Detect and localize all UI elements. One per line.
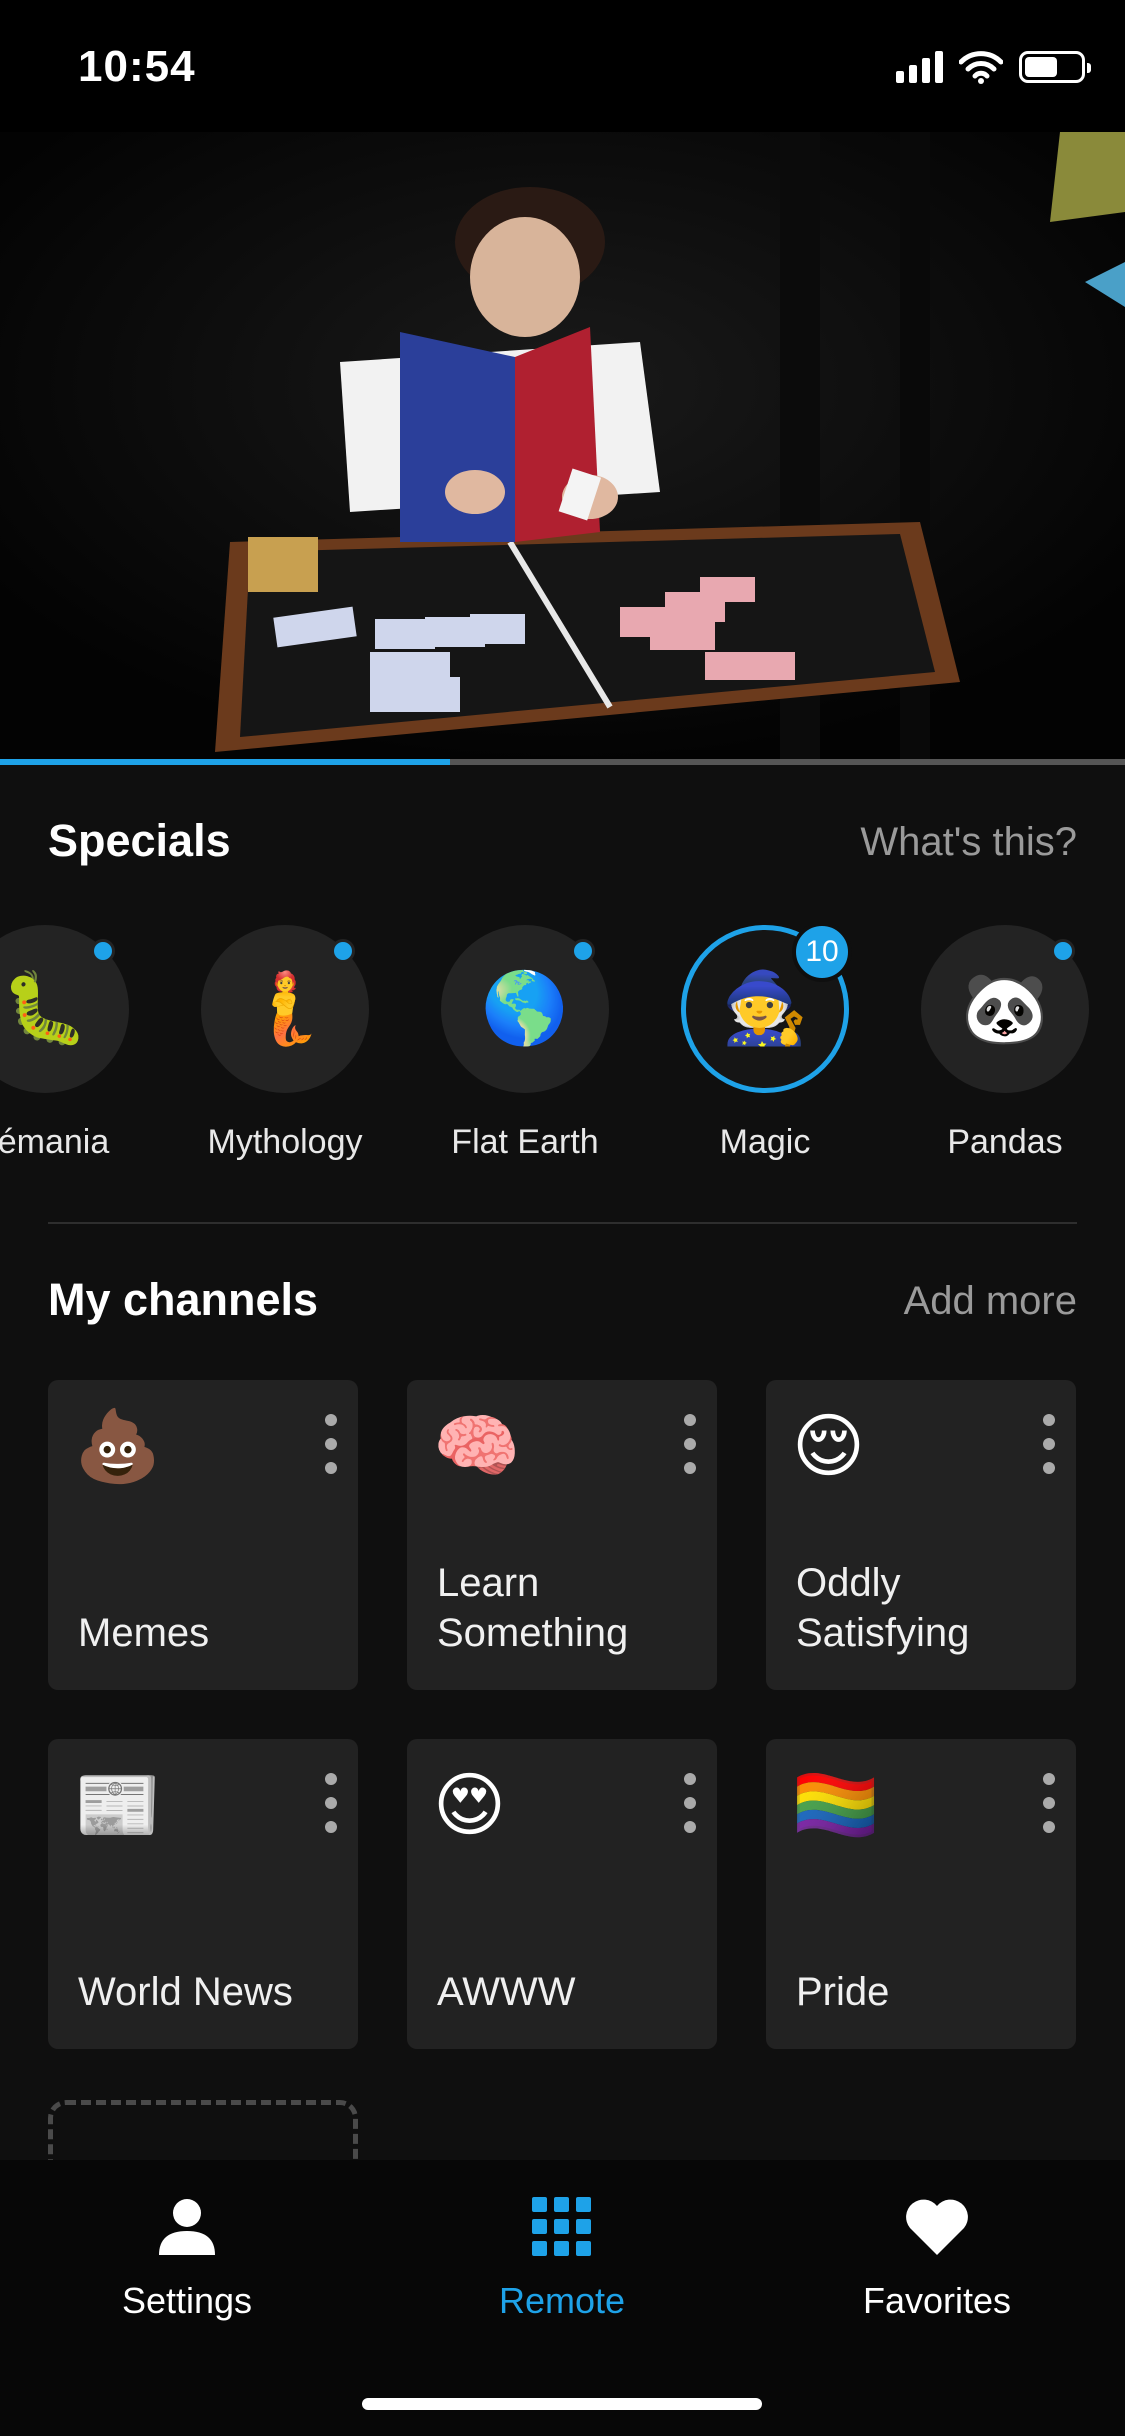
battery-icon [1019, 51, 1091, 83]
channel-card-awww[interactable]: 😍 AWWW [407, 1739, 717, 2049]
channel-label: AWWW [437, 1970, 576, 2014]
channel-card-memes[interactable]: 💩 Memes [48, 1380, 358, 1690]
channel-label: Learn Something [437, 1561, 629, 1655]
channel-label: Oddly Satisfying [796, 1561, 970, 1655]
home-indicator[interactable] [362, 2398, 762, 2410]
channel-label: World News [78, 1970, 293, 2014]
special-label: Pandas [947, 1123, 1063, 1161]
newspaper-icon: 📰 [74, 1766, 162, 1844]
globe-icon: 🌎 [481, 969, 569, 1047]
special-label: Mythology [207, 1123, 363, 1161]
more-options-icon[interactable] [1042, 1414, 1056, 1474]
count-badge: 10 [792, 925, 852, 982]
channel-card-oddly-satisfying[interactable]: 😌 Oddly Satisfying [766, 1380, 1076, 1690]
channel-label: Pride [796, 1970, 890, 2014]
special-item-pokemania[interactable]: 🐛 kémania [0, 925, 165, 1162]
special-label: kémania [0, 1123, 110, 1161]
whats-this-link[interactable]: What's this? [860, 820, 1077, 865]
special-icon-circle: 🌎 [441, 925, 609, 1093]
channel-label: Memes [78, 1611, 210, 1655]
status-icons [896, 50, 1091, 84]
special-icon-circle: 🧜 [201, 925, 369, 1093]
merperson-icon: 🧜 [241, 969, 329, 1047]
my-channels-title: My channels [48, 1274, 319, 1325]
more-options-icon[interactable] [683, 1414, 697, 1474]
heart-icon [906, 2199, 968, 2255]
more-options-icon[interactable] [683, 1773, 697, 1833]
special-icon-circle: 🐛 [0, 925, 129, 1093]
relieved-face-icon: 😌 [792, 1407, 865, 1485]
poop-icon: 💩 [74, 1407, 162, 1485]
special-label: Magic [719, 1123, 811, 1161]
special-item-pandas[interactable]: 🐼 Pandas [885, 925, 1125, 1162]
channel-card-learn-something[interactable]: 🧠 Learn Something [407, 1380, 717, 1690]
add-more-link[interactable]: Add more [904, 1279, 1077, 1324]
heart-eyes-icon: 😍 [433, 1766, 506, 1844]
tab-label: Remote [498, 2280, 626, 2321]
video-player[interactable] [0, 132, 1125, 762]
more-options-icon[interactable] [324, 1414, 338, 1474]
specials-carousel[interactable]: 🐛 kémania 🧜 Mythology 🌎 Flat Earth 🧙 10 … [0, 925, 1125, 1165]
brain-icon: 🧠 [433, 1407, 521, 1485]
special-icon-circle: 🐼 [921, 925, 1089, 1093]
new-indicator-dot [331, 939, 355, 963]
specials-title: Specials [48, 815, 231, 866]
rainbow-flag-icon: 🏳️‍🌈 [792, 1766, 880, 1844]
new-indicator-dot [1051, 939, 1075, 963]
status-time: 10:54 [78, 42, 196, 91]
special-icon-circle-selected: 🧙 10 [681, 925, 852, 1093]
bottom-tab-bar: Settings Remote Favorites [0, 2160, 1125, 2436]
more-options-icon[interactable] [1042, 1773, 1056, 1833]
tab-settings[interactable]: Settings [57, 2190, 317, 2322]
more-options-icon[interactable] [324, 1773, 338, 1833]
panda-icon: 🐼 [961, 969, 1049, 1047]
tab-favorites[interactable]: Favorites [807, 2190, 1067, 2322]
special-item-flat-earth[interactable]: 🌎 Flat Earth [405, 925, 645, 1162]
person-icon [159, 2199, 215, 2255]
caterpillar-icon: 🐛 [1, 969, 89, 1047]
wizard-icon: 🧙 [721, 969, 809, 1047]
section-divider [48, 1222, 1077, 1224]
special-label: Flat Earth [451, 1123, 599, 1161]
special-item-mythology[interactable]: 🧜 Mythology [165, 925, 405, 1162]
video-progress-bar[interactable] [0, 759, 1125, 765]
tab-label: Settings [121, 2280, 253, 2321]
video-frame [0, 132, 1125, 762]
grid-icon [532, 2197, 591, 2256]
cellular-signal-icon [896, 51, 943, 83]
new-indicator-dot [571, 939, 595, 963]
wifi-icon [959, 51, 1003, 84]
special-item-magic[interactable]: 🧙 10 Magic [645, 925, 885, 1162]
new-indicator-dot [91, 939, 115, 963]
status-bar: 10:54 [0, 0, 1125, 132]
video-progress-played [0, 759, 450, 765]
tab-label: Favorites [862, 2280, 1012, 2321]
channel-card-pride[interactable]: 🏳️‍🌈 Pride [766, 1739, 1076, 2049]
channel-card-world-news[interactable]: 📰 World News [48, 1739, 358, 2049]
tab-remote[interactable]: Remote [432, 2190, 692, 2322]
